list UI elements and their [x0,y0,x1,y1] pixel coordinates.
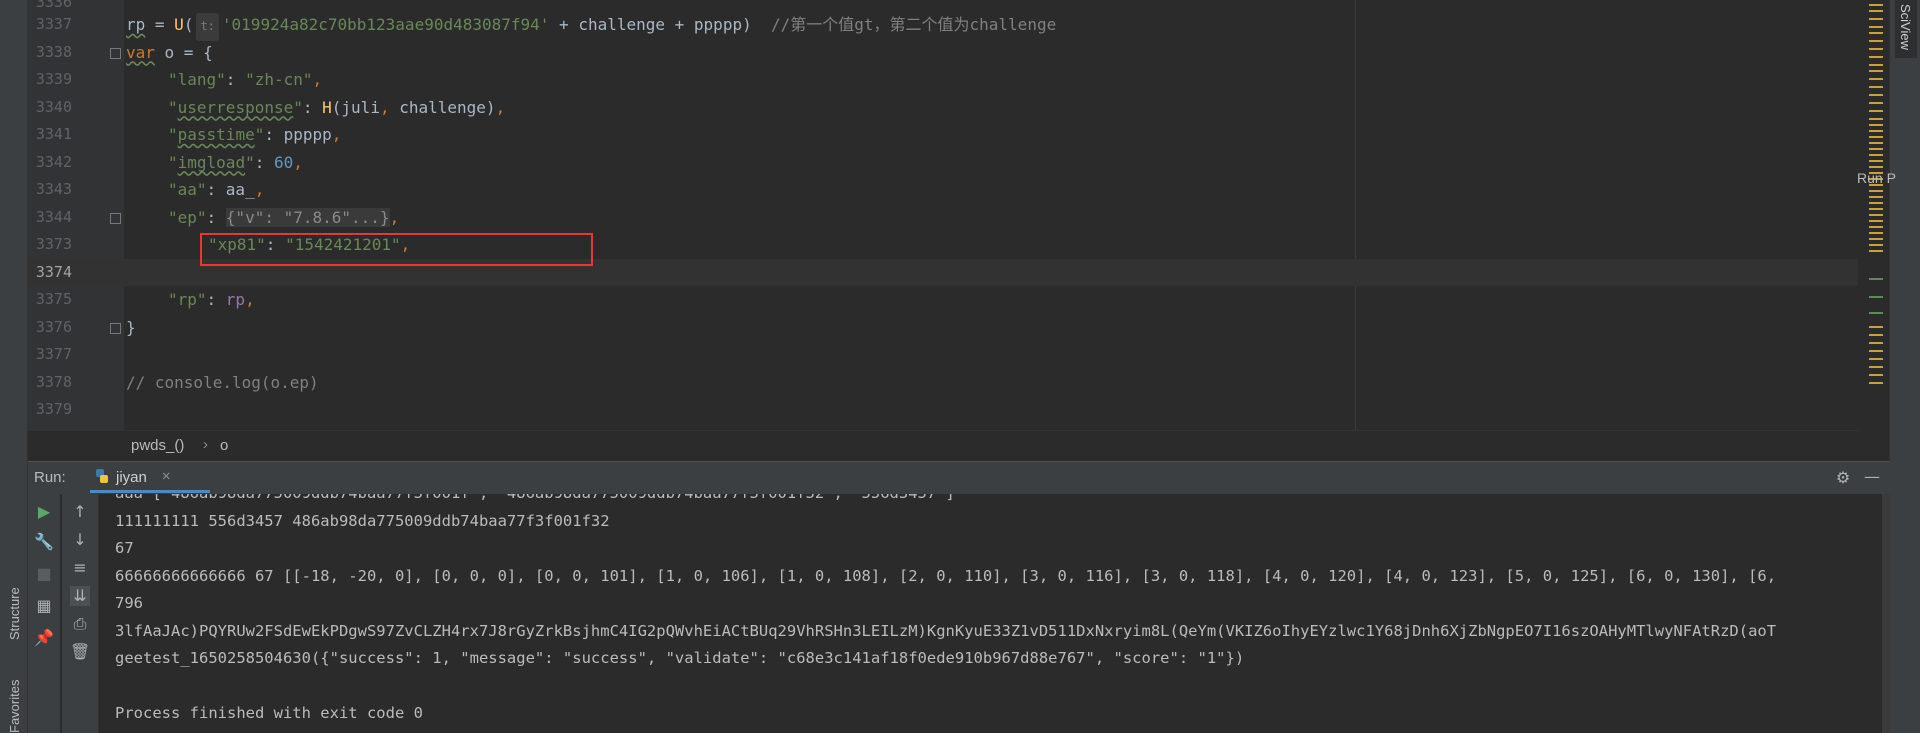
code-text: "lang": "zh-cn", [168,70,323,89]
line-number: 3338 [35,42,72,61]
print-icon[interactable]: ⎙ [70,614,90,634]
scroll-up-icon[interactable]: ↑ [70,502,90,522]
favorites-label: Favorites [7,679,22,733]
pin-icon[interactable]: 📌 [34,628,54,648]
structure-tool-tab[interactable]: Structure [7,587,22,640]
code-line: 3379 [28,396,1858,424]
favorites-tool-tab[interactable]: Favorites [7,680,22,733]
console-output[interactable]: aaa ['486ab98da775009ddb74baa77f3f001f',… [99,494,1890,733]
code-text: "imgload": 60, [168,152,303,172]
line-number: 3343 [35,180,72,198]
code-line: 3339 "lang": "zh-cn", [28,66,1858,94]
layout-icon[interactable]: ▦ [34,596,54,616]
breadcrumb-item-function[interactable]: pwds_() [131,437,184,454]
rerun-icon[interactable]: ▶ [34,502,54,522]
line-number: 3378 [35,372,72,391]
breadcrumb-item-object[interactable]: o [220,437,228,454]
fold-toggle-icon[interactable] [110,212,121,224]
run-tab-label: jiyan [116,469,147,486]
code-text: "passtime": ppppp, [168,125,342,144]
console-line: Process finished with exit code 0 [115,704,423,722]
line-number: 3373 [35,235,72,253]
code-text: "aa": aa_, [168,180,265,199]
code-editor[interactable]: 3336 3337 rp = U(t: '019924a82c70bb123aae… [28,0,1883,430]
code-text: var o = { [126,42,213,62]
code-line: 3375 "rp": rp, [28,286,1858,314]
stop-icon[interactable]: ■ [34,564,54,584]
breadcrumb: pwds_() › o [28,430,1858,461]
code-line: 3338 var o = { [28,39,1858,67]
left-tool-strip: Structure Favorites [0,0,28,733]
line-number: 3337 [35,15,72,33]
code-text: "userresponse": H(juli, challenge), [168,97,506,117]
line-number: 3340 [35,97,72,116]
code-line: 3343 "aa": aa_, [28,176,1858,204]
fold-toggle-icon[interactable] [110,47,121,59]
gear-icon[interactable]: ⚙ [1833,468,1853,488]
line-number: 3375 [35,290,72,308]
wrench-icon[interactable]: 🔧 [34,532,54,552]
line-number: 3341 [35,125,72,143]
minimize-icon[interactable]: — [1862,467,1882,487]
code-text: rp = U(t: '019924a82c70bb123aae90d483087f… [126,11,1056,41]
code-text: // console.log(o.ep) [126,372,319,392]
line-number: 3344 [35,207,72,226]
right-tool-strip: SciView [1889,0,1920,733]
console-line: 3lfAaJAc)PQYRUw2FSdEwEkPDgwS97ZvCLZH4rx7… [115,621,1777,640]
fold-toggle-icon[interactable] [110,322,121,334]
console-scrollbar[interactable] [1882,494,1890,733]
code-line: 3376 } [28,314,1858,342]
run-toolbar: ▶ 🔧 ■ ▦ 📌 [28,494,60,733]
sciview-tool-tab[interactable]: SciView [1895,0,1917,58]
error-stripe[interactable] [1866,0,1886,390]
code-text: "ep": {"v": "7.8.6"...}, [168,207,400,227]
line-number: 3376 [35,317,72,336]
line-number: 3379 [35,400,72,418]
console-toolbar: ↑ ↓ ≡ ⇊ ⎙ 🗑 [62,494,99,733]
run-panel-header: Run: jiyan ✕ ⚙ — [28,461,1890,495]
console-line: 66666666666666 67 [[-18, -20, 0], [0, 0,… [115,566,1777,585]
line-number: 3342 [35,152,72,171]
run-label: Run: [34,469,66,486]
run-floating-label[interactable]: Run P [1857,170,1896,186]
code-line: 3342 "imgload": 60, [28,149,1858,177]
console-line: 111111111 556d3457 486ab98da775009ddb74b… [115,511,610,530]
console-line: 67 [115,539,134,557]
code-text: } [126,317,136,337]
line-number: 3374 [35,262,72,281]
scroll-to-end-icon[interactable]: ⇊ [70,586,90,606]
code-line: 3341 "passtime": ppppp, [28,121,1858,149]
code-line: 3377 [28,341,1858,369]
console-line: aaa ['486ab98da775009ddb74baa77f3f001f',… [115,494,955,508]
console-line: 796 [115,594,143,612]
close-icon[interactable]: ✕ [162,468,170,484]
code-line: 3340 "userresponse": H(juli, challenge), [28,94,1858,122]
code-text: "rp": rp, [168,290,255,309]
console-line: geetest_1650258504630({"success": 1, "me… [115,649,1245,667]
highlight-annotation-box [200,233,593,266]
python-icon [94,468,110,484]
code-line: 3337 rp = U(t: '019924a82c70bb123aae90d48… [28,11,1858,41]
scroll-down-icon[interactable]: ↓ [70,530,90,550]
trash-icon[interactable]: 🗑 [70,642,90,662]
soft-wrap-icon[interactable]: ≡ [70,558,90,578]
run-tab-jiyan[interactable]: jiyan ✕ [90,462,210,493]
code-line: 3344 "ep": {"v": "7.8.6"...}, [28,204,1858,232]
sciview-label: SciView [1898,4,1913,51]
line-number: 3377 [35,345,72,363]
line-number: 3339 [35,70,72,88]
code-line: 3378 // console.log(o.ep) [28,369,1858,397]
parameter-hint: t: [196,13,219,41]
structure-label: Structure [7,587,22,640]
breadcrumb-separator: › [203,436,208,453]
